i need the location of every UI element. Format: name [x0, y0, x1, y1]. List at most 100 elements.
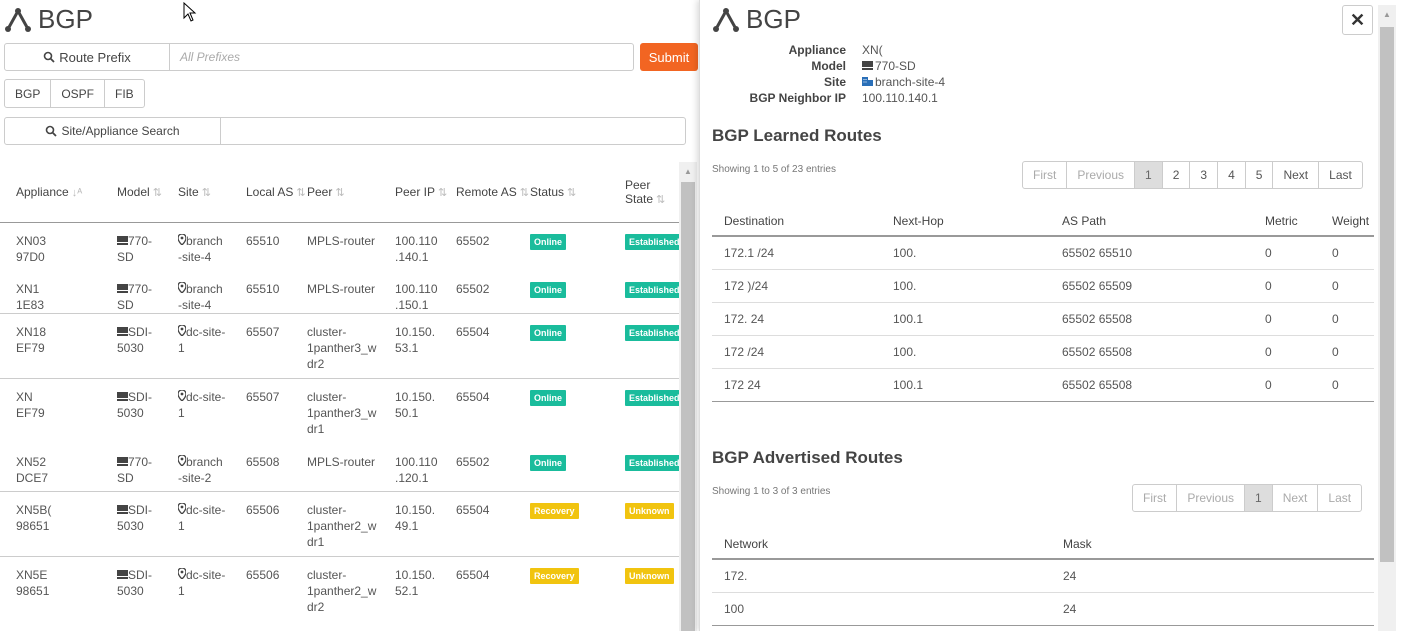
cell-appliance[interactable]: XN5B(98651 — [16, 491, 117, 557]
column-header-as-path[interactable]: AS Path — [1050, 206, 1253, 237]
cell-site[interactable]: dc-site- 1 — [177, 313, 246, 379]
column-header-peer-state[interactable]: Peer State ⇅ — [625, 162, 679, 223]
table-row[interactable]: XN52 DCE7 770- SD branch -site-2 65508 MPLS-rou… — [0, 444, 679, 492]
pager-next[interactable]: Next — [1273, 162, 1320, 188]
pager-last[interactable]: Last — [1318, 485, 1361, 511]
cell-site[interactable]: branch -site-4 — [177, 222, 246, 271]
table-row[interactable]: 172 24 100.1 65502 65508 0 0 — [712, 368, 1374, 402]
table-cell: 24 — [1051, 592, 1374, 626]
table-row[interactable]: 172 )/24 100. 65502 65509 0 0 — [712, 269, 1374, 303]
cell-line: XN03 — [16, 233, 47, 248]
table-row[interactable]: 172. 24 — [712, 559, 1374, 593]
sort-icon[interactable]: ⇅ — [153, 187, 162, 199]
sort-icon[interactable]: ⇅ — [296, 187, 305, 199]
table-row[interactable]: 100 24 — [712, 592, 1374, 626]
cell-line: 53.1 — [395, 341, 419, 355]
scroll-thumb[interactable] — [1380, 27, 1394, 562]
cell-peer-ip: 100.110.140.1 — [395, 222, 456, 271]
pager-previous[interactable]: Previous — [1067, 162, 1136, 188]
table-row[interactable]: XN5E 98651 SDI- 5030 dc-site- 1 65506 cluster- 1… — [0, 556, 679, 622]
column-header-next-hop[interactable]: Next-Hop — [881, 206, 1050, 237]
pager-last[interactable]: Last — [1319, 162, 1362, 188]
scroll-up-icon[interactable]: ▲ — [679, 162, 697, 180]
cell-site[interactable]: dc-site- 1 — [177, 378, 246, 444]
cell-appliance[interactable]: XN EF79 — [16, 378, 117, 444]
table-row[interactable]: 172.1 /24 100. 65502 65510 0 0 — [712, 236, 1374, 270]
column-header-destination[interactable]: Destination — [712, 206, 881, 237]
cell-line: XN1 — [16, 282, 40, 296]
column-header-local-as[interactable]: Local AS ⇅ — [246, 162, 307, 223]
sort-icon[interactable]: ⇅ — [520, 187, 529, 199]
pager-2[interactable]: 2 — [1163, 162, 1191, 188]
route-prefix-button[interactable]: Route Prefix — [4, 43, 170, 71]
site-search-button[interactable]: Site/Appliance Search — [4, 117, 221, 145]
sort-icon[interactable]: ⇅ — [335, 187, 344, 199]
table-row[interactable]: XN5B(98651 SDI- 5030 dc-site- 1 65506 cluster-… — [0, 491, 679, 557]
column-header-status[interactable]: Status ⇅ — [530, 162, 625, 223]
cell-appliance[interactable]: XN1 1E83 — [16, 271, 117, 314]
column-header-model[interactable]: Model ⇅ — [117, 162, 178, 223]
status-badge: Recovery — [530, 503, 579, 519]
column-header-site[interactable]: Site ⇅ — [178, 162, 246, 223]
pager-first[interactable]: First — [1023, 162, 1068, 188]
pager-previous[interactable]: Previous — [1177, 485, 1246, 511]
column-header-mask[interactable]: Mask — [1051, 529, 1374, 560]
route-prefix-input[interactable]: All Prefixes — [169, 43, 634, 71]
scroll-thumb[interactable] — [681, 182, 695, 631]
info-value[interactable]: branch-site-4 — [862, 75, 945, 89]
cell-site[interactable]: branch -site-4 — [177, 271, 246, 314]
sort-icon[interactable]: ⇅ — [202, 187, 211, 199]
scroll-up-icon[interactable]: ▲ — [1378, 5, 1396, 23]
cell-line: 10.150. — [395, 503, 436, 517]
pager-3[interactable]: 3 — [1190, 162, 1219, 188]
table-row[interactable]: XN1 1E83 770- SD branch -site-4 65510 MPLS-rout… — [0, 271, 679, 314]
table-row[interactable]: XN EF79 SDI- 5030 dc-site- 1 65507 cluster- 1pan… — [0, 378, 679, 444]
table-row[interactable]: XN18 EF79 SDI- 5030 dc-site- 1 65507 cluster- 1p… — [0, 313, 679, 379]
pager-next[interactable]: Next — [1273, 485, 1319, 511]
cell-appliance[interactable]: XN52 DCE7 — [16, 444, 117, 492]
pager-1[interactable]: 1 — [1135, 162, 1163, 188]
advertised-routes-table: Network Mask 172. 24 100 24 — [712, 529, 1374, 626]
column-header-appliance[interactable]: Appliance ↓ᴬ — [16, 162, 117, 223]
cell-site[interactable]: dc-site- 1 — [177, 491, 246, 557]
tab-bgp[interactable]: BGP — [5, 80, 52, 107]
table-scrollbar[interactable]: ▲ — [679, 162, 697, 631]
pager-5[interactable]: 5 — [1246, 162, 1274, 188]
tab-fib[interactable]: FIB — [105, 80, 144, 107]
column-header-network[interactable]: Network — [712, 529, 1051, 560]
peer-state-badge: Unknown — [625, 503, 674, 519]
sort-icon[interactable]: ⇅ — [656, 194, 665, 206]
site-search-input[interactable] — [220, 117, 686, 145]
info-value-text: 100.110.140.1 — [862, 91, 938, 105]
table-row[interactable]: 172. 24 100.1 65502 65508 0 0 — [712, 302, 1374, 336]
route-prefix-search: Route Prefix All Prefixes Submit — [4, 43, 698, 71]
appliance-icon — [117, 282, 128, 296]
column-header-peer[interactable]: Peer ⇅ — [307, 162, 395, 223]
sort-icon[interactable]: ⇅ — [438, 187, 447, 199]
cell-site[interactable]: branch -site-2 — [177, 444, 246, 492]
close-panel-button[interactable]: ✕ — [1342, 5, 1373, 35]
pager-4[interactable]: 4 — [1218, 162, 1246, 188]
cell-line: cluster- — [307, 390, 347, 404]
cell-appliance[interactable]: XN03 97D0 — [16, 222, 117, 271]
cell-appliance[interactable]: XN5E 98651 — [16, 556, 117, 622]
tab-ospf[interactable]: OSPF — [51, 80, 106, 107]
sort-icon[interactable]: ⇅ — [567, 187, 576, 199]
panel-scrollbar[interactable]: ▲ — [1378, 5, 1396, 631]
cell-appliance[interactable]: XN18 EF79 — [16, 313, 117, 379]
cell-site[interactable]: dc-site- 1 — [177, 556, 246, 622]
submit-button[interactable]: Submit — [640, 43, 698, 71]
sort-ascending-icon[interactable]: ↓ᴬ — [72, 187, 82, 199]
column-header-remote-as[interactable]: Remote AS ⇅ — [456, 162, 530, 223]
table-row[interactable]: 172 /24 100. 65502 65508 0 0 — [712, 335, 1374, 369]
cell-model: SDI- 5030 — [117, 378, 178, 444]
column-header-metric[interactable]: Metric — [1253, 206, 1320, 237]
column-header-weight[interactable]: Weight — [1320, 206, 1374, 237]
column-header-peer-ip[interactable]: Peer IP ⇅ — [395, 162, 456, 223]
table-cell: 0 — [1253, 269, 1320, 303]
pager-first[interactable]: First — [1133, 485, 1178, 511]
table-row[interactable]: XN03 97D0 770- SD branch -site-4 65510 MPLS-rou… — [0, 222, 679, 271]
pager-1[interactable]: 1 — [1245, 485, 1273, 511]
cell-remote-as: 65504 — [456, 556, 530, 622]
cell-peer-ip: 10.150. 50.1 — [395, 378, 456, 444]
